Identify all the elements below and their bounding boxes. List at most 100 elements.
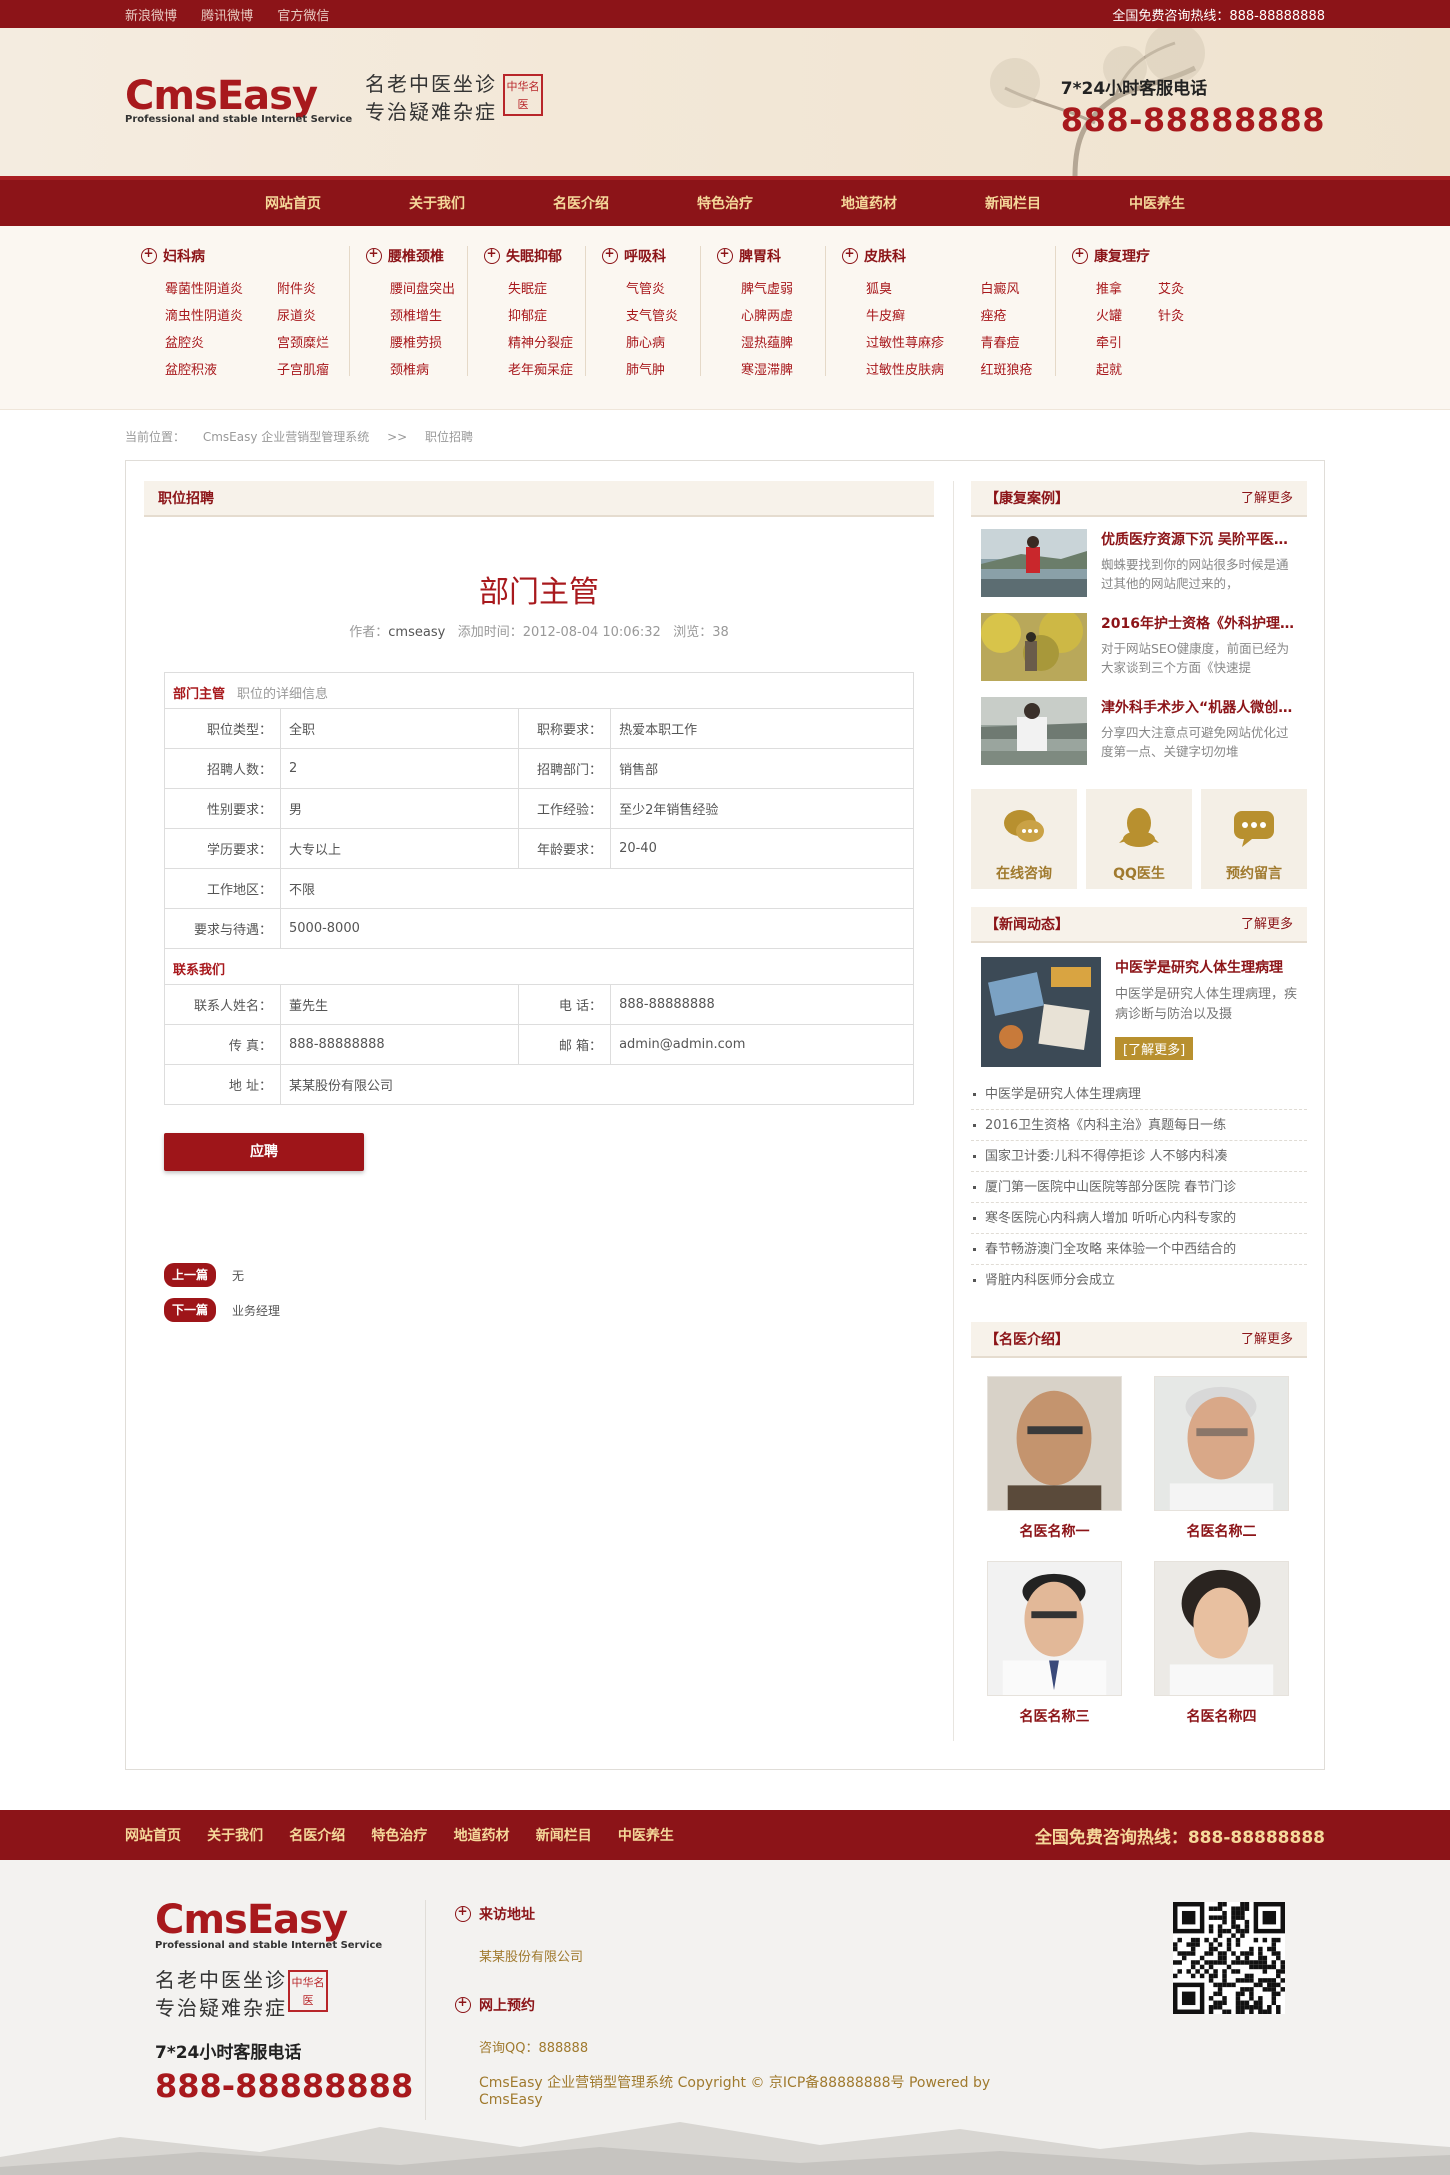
footer-nav-news[interactable]: 新闻栏目 [536,1828,614,1844]
category-link[interactable]: 推拿 [1096,278,1128,297]
list-item[interactable]: 寒冬医院心内科病人增加 听听心内科专家的 [971,1203,1307,1234]
case-item[interactable]: 优质医疗资源下沉 吴阶平医学基金会 蜘蛛要找到你的网站很多时候是通过其他的网站爬… [971,529,1307,599]
site-logo[interactable]: CmsEasy Professional and stable Internet… [125,76,352,125]
footer-nav: 网站首页 关于我们 名医介绍 特色治疗 地道药材 新闻栏目 中医养生 全国免费咨… [0,1810,1450,1860]
qq-contact[interactable]: 咨询QQ：888888 [479,2037,1015,2056]
category-link[interactable]: 抑郁症 [508,305,573,324]
doctors-more-link[interactable]: 了解更多 [1241,1322,1293,1356]
footer-nav-home[interactable]: 网站首页 [125,1828,203,1844]
category-link[interactable]: 红斑狼疮 [981,359,1040,378]
category-link[interactable]: 腰间盘突出 [390,278,455,297]
cases-more-link[interactable]: 了解更多 [1241,481,1293,515]
list-item[interactable]: 厦门第一医院中山医院等部分医院 春节门诊 [971,1172,1307,1203]
prev-link[interactable]: 无 [232,1267,244,1284]
qq-penguin-icon [1119,808,1159,847]
category-link[interactable]: 过敏性皮肤病 [866,359,951,378]
appointment-button[interactable]: 预约留言 [1201,789,1307,889]
category-title[interactable]: 脾胃科 [717,246,809,266]
category-link[interactable]: 尿道炎 [277,305,333,324]
next-link[interactable]: 业务经理 [232,1302,280,1319]
category-link[interactable]: 支气管炎 [626,305,684,324]
category-link[interactable]: 火罐 [1096,305,1128,324]
category-link[interactable]: 宫颈糜烂 [277,332,333,351]
qq-doctor-button[interactable]: QQ医生 [1086,789,1192,889]
case-title[interactable]: 津外科手术步入“机器人微创”时代 [1101,697,1297,717]
doctor-card[interactable]: 名医名称三 [987,1561,1122,1726]
nav-treatment[interactable]: 特色治疗 [697,193,841,213]
doctor-card[interactable]: 名医名称一 [987,1376,1122,1541]
category-title[interactable]: 失眠抑郁 [484,246,569,266]
list-item[interactable]: 肾脏内科医师分会成立 [971,1265,1307,1296]
category-link[interactable]: 起就 [1096,359,1128,378]
footer-nav-doctors[interactable]: 名医介绍 [289,1828,367,1844]
news-more-link[interactable]: 了解更多 [1241,907,1293,941]
category-link[interactable]: 滴虫性阴道炎 [165,305,247,324]
case-title[interactable]: 优质医疗资源下沉 吴阶平医学基金会 [1101,529,1297,549]
doctor-photo [1154,1561,1289,1696]
doctor-card[interactable]: 名医名称二 [1154,1376,1289,1541]
breadcrumb-home[interactable]: CmsEasy 企业营销型管理系统 [203,430,369,444]
news-featured-more[interactable]: [了解更多] [1115,1037,1194,1060]
category-link[interactable]: 青春痘 [981,332,1040,351]
footer-logo[interactable]: CmsEasy Professional and stable Internet… [155,1900,382,1951]
list-item[interactable]: 中医学是研究人体生理病理 [971,1079,1307,1110]
case-item[interactable]: 2016年护士资格《外科护理》考点 对于网站SEO健康度，前面已经为大家谈到三个… [971,613,1307,683]
nav-news[interactable]: 新闻栏目 [985,193,1129,213]
category-link[interactable]: 精神分裂症 [508,332,573,351]
category-title[interactable]: 皮肤科 [842,246,1039,266]
category-link[interactable]: 颈椎增生 [390,305,455,324]
doctor-card[interactable]: 名医名称四 [1154,1561,1289,1726]
category-title[interactable]: 腰椎颈椎 [366,246,451,266]
apply-button[interactable]: 应聘 [164,1133,364,1171]
category-link[interactable]: 白癜风 [981,278,1040,297]
link-weibo-sina[interactable]: 新浪微博 [125,9,177,24]
footer-nav-health[interactable]: 中医养生 [618,1828,696,1844]
case-item[interactable]: 津外科手术步入“机器人微创”时代 分享四大注意点可避免网站优化过度第一点、关键字… [971,697,1307,767]
category-title[interactable]: 妇科病 [141,246,333,266]
footer-nav-treatment[interactable]: 特色治疗 [371,1828,449,1844]
category-link[interactable]: 艾灸 [1158,278,1190,297]
category-title[interactable]: 呼吸科 [602,246,684,266]
category-link[interactable]: 霉菌性阴道炎 [165,278,247,297]
case-title[interactable]: 2016年护士资格《外科护理》考点 [1101,613,1297,633]
list-item[interactable]: 2016卫生资格《内科主治》真题每日一练 [971,1110,1307,1141]
category-link[interactable]: 子宫肌瘤 [277,359,333,378]
category-link[interactable]: 老年痴呆症 [508,359,573,378]
category-link[interactable]: 气管炎 [626,278,684,297]
category-link[interactable]: 脾气虚弱 [741,278,809,297]
category-group: 皮肤科狐臭 白癜风牛皮癣 痤疮过敏性荨麻疹 青春痘过敏性皮肤病 红斑狼疮 [826,246,1056,378]
nav-doctors[interactable]: 名医介绍 [553,193,697,213]
category-link[interactable]: 肺心病 [626,332,684,351]
category-link[interactable]: 盆腔积液 [165,359,247,378]
category-link[interactable]: 痤疮 [981,305,1040,324]
category-link[interactable]: 颈椎病 [390,359,455,378]
category-link[interactable]: 腰椎劳损 [390,332,455,351]
category-link[interactable]: 狐臭 [866,278,951,297]
category-link[interactable]: 盆腔炎 [165,332,247,351]
footer-nav-about[interactable]: 关于我们 [207,1828,285,1844]
link-wechat[interactable]: 官方微信 [277,9,329,24]
category-link[interactable]: 牵引 [1096,332,1128,351]
nav-health[interactable]: 中医养生 [1129,193,1273,213]
category-link[interactable]: 湿热蕴脾 [741,332,809,351]
category-title[interactable]: 康复理疗 [1072,246,1190,266]
category-link[interactable]: 针灸 [1158,305,1190,324]
category-link[interactable]: 心脾两虚 [741,305,809,324]
category-link[interactable]: 牛皮癣 [866,305,951,324]
category-link[interactable]: 肺气肿 [626,359,684,378]
nav-about[interactable]: 关于我们 [409,193,553,213]
phone-label: 7*24小时客服电话 [1060,79,1208,99]
list-item[interactable]: 春节畅游澳门全攻略 来体验一个中西结合的 [971,1234,1307,1265]
category-link[interactable]: 寒湿滞脾 [741,359,809,378]
nav-home[interactable]: 网站首页 [265,193,409,213]
breadcrumb-current[interactable]: 职位招聘 [425,430,473,444]
category-link[interactable]: 失眠症 [508,278,573,297]
news-featured-title[interactable]: 中医学是研究人体生理病理 [1115,957,1305,977]
online-consult-button[interactable]: 在线咨询 [971,789,1077,889]
nav-herbs[interactable]: 地道药材 [841,193,985,213]
footer-nav-herbs[interactable]: 地道药材 [454,1828,532,1844]
list-item[interactable]: 国家卫计委:儿科不得停拒诊 人不够内科凑 [971,1141,1307,1172]
category-link[interactable]: 过敏性荨麻疹 [866,332,951,351]
category-link[interactable]: 附件炎 [277,278,333,297]
link-weibo-tencent[interactable]: 腾讯微博 [201,9,253,24]
